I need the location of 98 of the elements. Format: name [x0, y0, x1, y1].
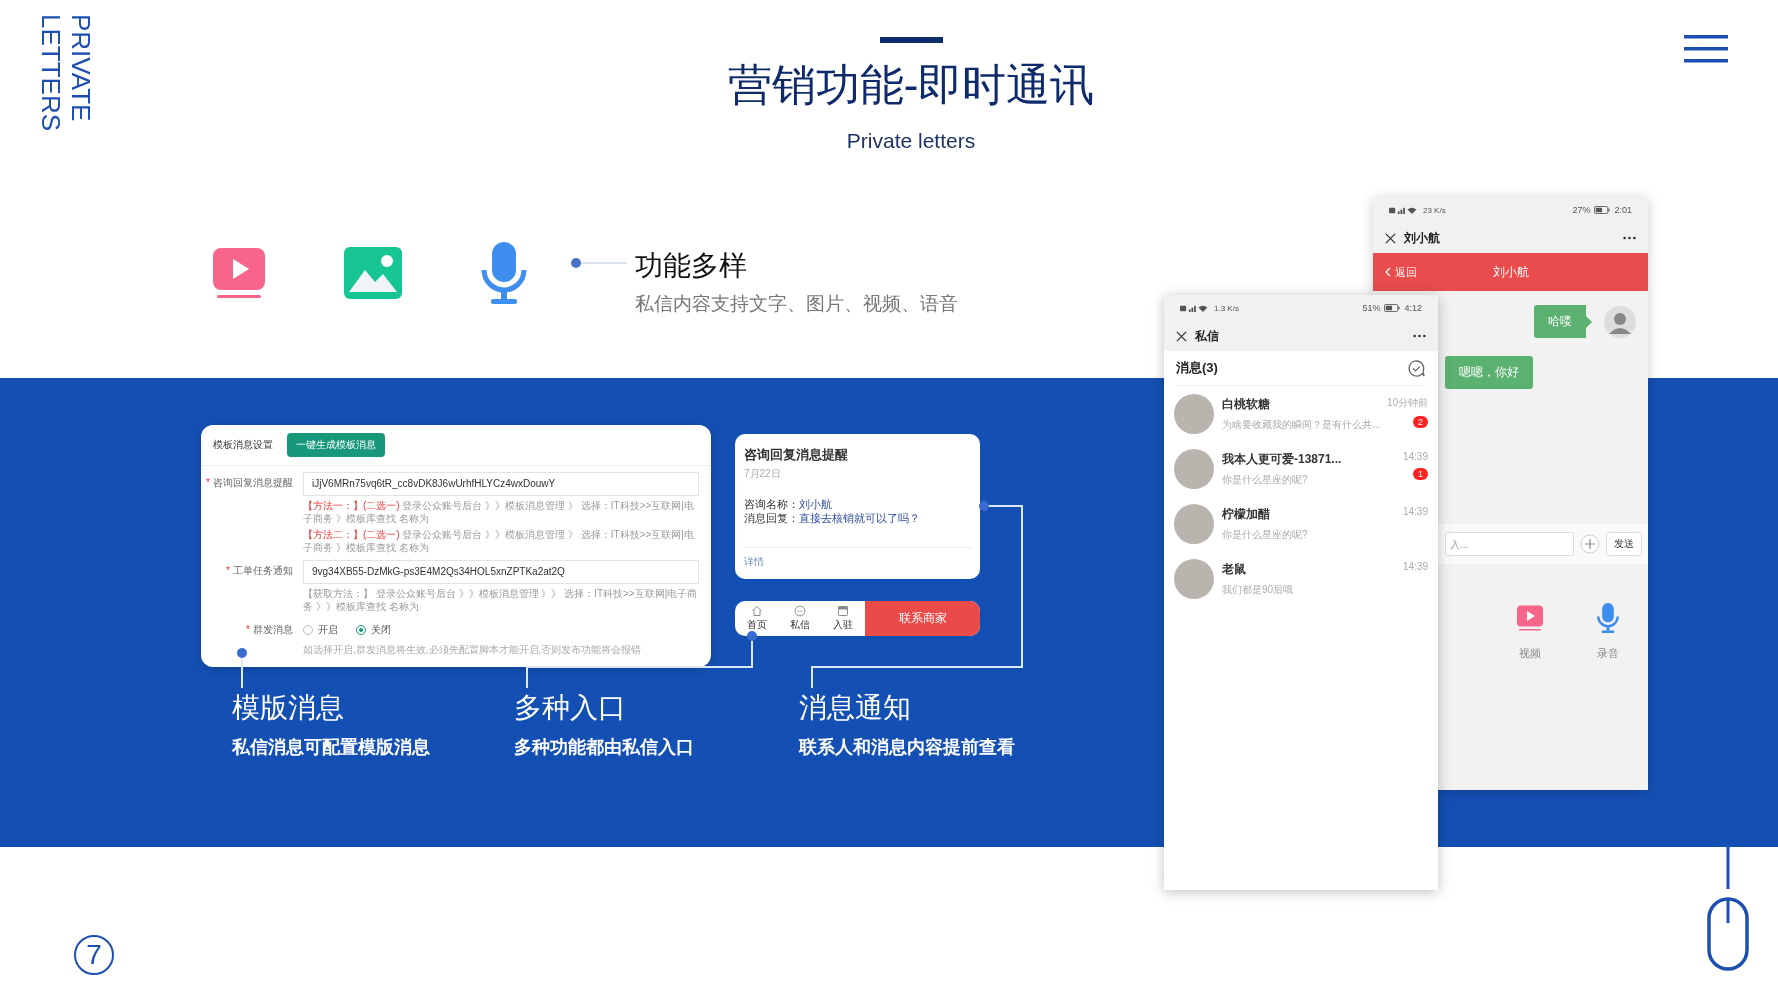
message-time: 10分钟前: [1386, 396, 1428, 410]
contact-name: 老鼠: [1222, 560, 1247, 578]
battery-level: 51%: [1362, 303, 1381, 313]
page-number: 7: [74, 935, 114, 975]
message-preview: 你是什么星座的呢?: [1222, 527, 1309, 542]
title-bar-accent: [879, 37, 943, 43]
avatar-silhouette-icon: [1604, 305, 1636, 338]
input-field[interactable]: iJjV6MRn75vq6tR_cc8vDK8J6wUrhfHLYCz4wxDouwY: [303, 472, 699, 496]
notice-detail-line: 消息回复：直接去核销就可以了吗？: [744, 511, 921, 525]
nav-tab[interactable]: 首页: [746, 605, 767, 632]
network-speed: 1.3 K/s: [1214, 303, 1239, 313]
hint-text: 如选择开启,群发消息将生效,必须先配置脚本才能开启,否则发布功能将会报错: [303, 643, 643, 657]
tool-label: 视频: [1519, 646, 1541, 661]
page-title: 营销功能-即时通讯: [727, 59, 1095, 111]
field-note: 【方法一：】(二选一) 登录公众账号后台 》》模板消息管理 》 选择：IT科技>>互联网|电子商务 》模板库查找 名称为: [303, 499, 695, 525]
send-button[interactable]: 发送: [1606, 532, 1642, 556]
microphone-icon[interactable]: [1594, 602, 1622, 634]
tool-label: 录音: [1597, 646, 1619, 661]
connector-dot: [747, 631, 757, 641]
nav-tab[interactable]: 入驻: [833, 605, 854, 632]
screen-title: 私信: [1195, 327, 1220, 345]
more-icon[interactable]: [1623, 236, 1636, 240]
settings-heading: 模板消息设置: [213, 438, 273, 452]
avatar-placeholder: [1174, 558, 1214, 599]
nav-tab[interactable]: 私信: [790, 605, 810, 632]
microphone-icon: [479, 240, 529, 306]
section-heading: 消息(3): [1176, 359, 1218, 377]
store-icon: [837, 605, 850, 617]
message-preview: 为啥要收藏我的瞬间？是有什么共...: [1222, 417, 1379, 432]
caption-title: 模版消息: [232, 691, 345, 725]
battery-icon: [1594, 206, 1611, 214]
notice-date: 7月22日: [744, 467, 782, 481]
close-icon[interactable]: [1176, 330, 1187, 342]
message-input[interactable]: 入...: [1445, 532, 1574, 556]
message-bubble: 嗯嗯，你好: [1445, 356, 1533, 389]
caption-title: 多种入口: [514, 691, 627, 725]
menu-icon[interactable]: [1684, 35, 1728, 63]
home-icon: [750, 605, 763, 617]
conversation-item[interactable]: 我本人更可爱-13871... 你是什么星座的呢? 14:39 1: [1164, 441, 1438, 496]
chat-check-icon[interactable]: [1407, 358, 1426, 378]
connector-dot: [237, 648, 247, 658]
battery-level: 27%: [1572, 205, 1591, 215]
connector-dot: [979, 501, 989, 511]
signal-icon: [1180, 303, 1210, 313]
back-chevron-icon: [1385, 267, 1391, 277]
connector-line: [581, 262, 627, 264]
field-label: * 咨询回复消息提醒: [205, 476, 293, 490]
message-time: 14:39: [1402, 561, 1428, 572]
contact-merchant-button[interactable]: 联系商家: [865, 601, 980, 636]
field-note: 【方法二：】(二选一) 登录公众账号后台 》》模板消息管理 》 选择：IT科技>>互联网|电子商务 》模板库查找 名称为: [303, 528, 695, 554]
video-icon: [211, 246, 267, 300]
generate-template-button[interactable]: 一键生成模板消息: [287, 433, 385, 457]
conversation-item[interactable]: 白桃软糖 为啥要收藏我的瞬间？是有什么共... 10分钟前 2: [1164, 386, 1438, 441]
avatar-placeholder: [1174, 503, 1214, 544]
battery-icon: [1384, 304, 1401, 312]
screen-title: 刘小航: [1404, 229, 1441, 247]
connector-dot: [571, 258, 581, 268]
close-icon[interactable]: [1385, 232, 1396, 244]
contact-name: 白桃软糖: [1222, 395, 1271, 413]
back-button[interactable]: 返回: [1385, 264, 1417, 280]
caption-description: 私信消息可配置模版消息: [232, 736, 430, 759]
message-preview: 我们都是90后哦: [1222, 582, 1295, 597]
contact-name: 柠檬加醋: [1222, 505, 1271, 523]
message-time: 14:39: [1402, 451, 1428, 462]
unread-count: 1: [1413, 468, 1428, 480]
field-label: * 群发消息: [245, 623, 293, 637]
details-link[interactable]: 详情: [744, 555, 971, 569]
message-time: 14:39: [1402, 506, 1428, 517]
conversation-item[interactable]: 柠檬加醋 你是什么星座的呢? 14:39: [1164, 496, 1438, 551]
notice-detail-line: 咨询名称：刘小航: [744, 497, 833, 511]
conversation-item[interactable]: 老鼠 我们都是90后哦 14:39: [1164, 551, 1438, 606]
caption-description: 多种功能都由私信入口: [514, 736, 694, 759]
clock-time: 2:01: [1614, 205, 1632, 215]
chat-bubble-icon: [794, 605, 806, 617]
image-icon: [343, 246, 403, 300]
page-subtitle: Private letters: [846, 129, 976, 153]
feature-title: 功能多样: [635, 249, 748, 283]
signal-icon: [1389, 205, 1419, 215]
message-preview: 你是什么星座的呢?: [1222, 472, 1309, 487]
avatar-placeholder: [1174, 448, 1214, 489]
unread-count: 2: [1413, 416, 1428, 428]
network-speed: 23 K/s: [1423, 205, 1446, 215]
message-bubble: 哈喽: [1534, 305, 1592, 338]
notice-title: 咨询回复消息提醒: [744, 446, 849, 464]
field-note: 【获取方法：】 登录公众账号后台 》》模板消息管理 》》 选择：IT科技>>互联网|电子商务 》》模板库查找 名称为: [303, 587, 699, 613]
feature-description: 私信内容支持文字、图片、视频、语音: [635, 292, 958, 316]
input-field[interactable]: 9vg34XB55-DzMkG-ps3E4M2Qs34HOL5xnZPTKa2at2Q: [303, 560, 699, 584]
more-icon[interactable]: [1413, 334, 1426, 338]
radio-label: 关闭: [371, 623, 391, 637]
field-label: * 工单任务通知: [225, 564, 293, 578]
clock-time: 4:12: [1404, 303, 1422, 313]
caption-description: 联系人和消息内容提前查看: [799, 736, 1015, 759]
radio-label: 开启: [318, 623, 338, 637]
caption-title: 消息通知: [799, 691, 912, 725]
side-title: PRIVATE LETTERS: [36, 14, 96, 132]
contact-name: 我本人更可爱-13871...: [1222, 450, 1343, 468]
avatar-placeholder: [1174, 393, 1214, 434]
chat-header-title: 刘小航: [1492, 264, 1529, 279]
